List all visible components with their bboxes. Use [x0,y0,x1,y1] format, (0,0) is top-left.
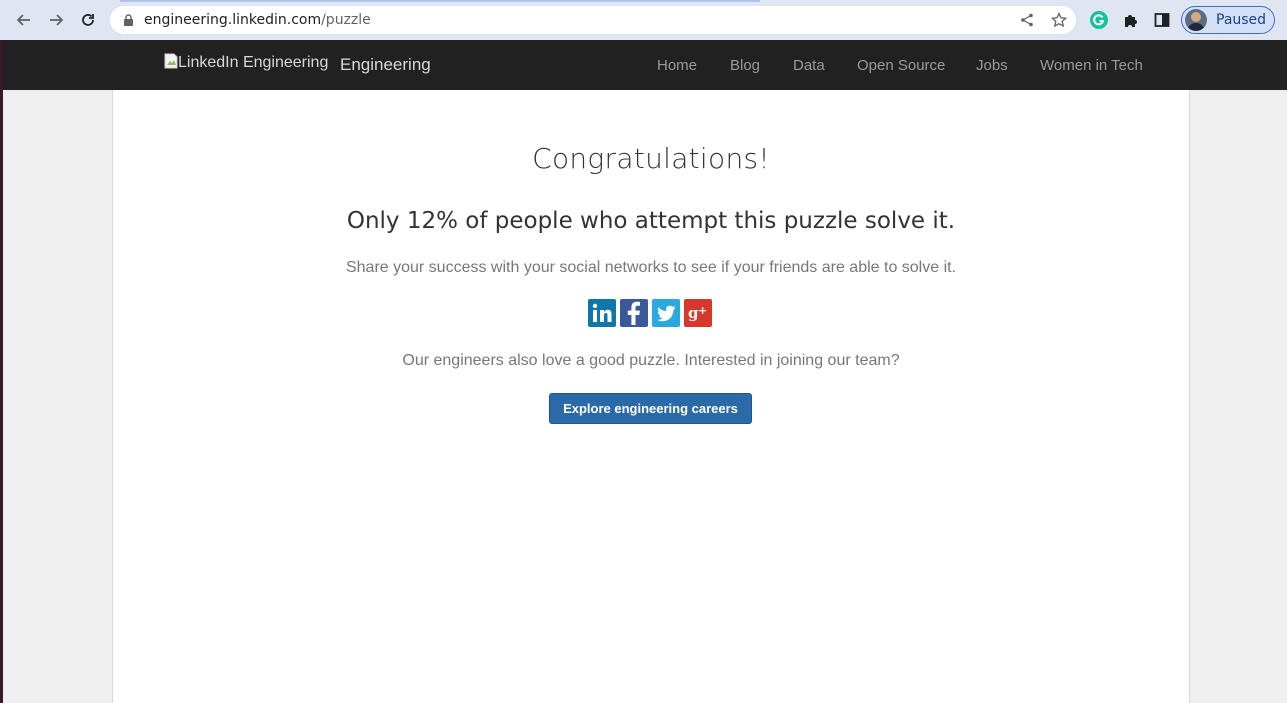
social-share-buttons: g + [588,299,712,327]
nav-home[interactable]: Home [657,57,697,74]
linkedin-icon[interactable] [588,299,616,327]
lock-icon [124,14,133,26]
reload-icon[interactable] [76,8,100,32]
url-host: engineering.linkedin.com [144,12,322,28]
grammarly-extension-icon[interactable] [1087,8,1111,32]
explore-careers-button[interactable]: Explore engineering careers [549,393,752,424]
share-prompt: Share your success with your social netw… [345,259,957,276]
side-panel-icon[interactable] [1150,8,1174,32]
facebook-icon[interactable] [620,299,648,327]
back-arrow-icon[interactable] [12,8,36,32]
page-title: Congratulations! [532,142,770,175]
avatar [1185,9,1207,31]
url-text: engineering.linkedin.com/puzzle [144,10,371,30]
extensions-puzzle-icon[interactable] [1119,8,1143,32]
browser-toolbar: engineering.linkedin.com/puzzle Paused [0,0,1287,40]
google-plus-icon[interactable]: g + [684,299,712,327]
profile-button[interactable]: Paused [1181,6,1275,34]
nav-jobs[interactable]: Jobs [976,57,1008,74]
forward-arrow-icon[interactable] [44,8,68,32]
broken-image-icon [164,53,178,69]
nav-open-source[interactable]: Open Source [857,57,945,74]
address-bar[interactable]: engineering.linkedin.com/puzzle [110,6,1076,34]
nav-data[interactable]: Data [793,57,825,74]
nav-women-in-tech[interactable]: Women in Tech [1040,57,1143,74]
site-header: LinkedIn Engineering Engineering Home Bl… [0,40,1287,90]
twitter-icon[interactable] [652,299,680,327]
url-path: /puzzle [321,12,371,28]
nav-blog[interactable]: Blog [730,57,760,74]
bookmark-star-icon[interactable] [1048,9,1070,31]
site-brand: Engineering [340,55,431,74]
window-edge [0,40,3,703]
content-card: Congratulations! Only 12% of people who … [112,90,1190,703]
tab-loading-indicator [120,0,760,2]
logo-alt-text: LinkedIn Engineering [178,54,329,71]
share-icon[interactable] [1016,9,1038,31]
puzzle-stat-subtitle: Only 12% of people who attempt this puzz… [346,208,956,234]
profile-status: Paused [1216,12,1267,28]
recruit-prompt: Our engineers also love a good puzzle. I… [402,352,900,369]
svg-text:+: + [698,304,707,317]
site-logo[interactable]: LinkedIn Engineering [164,53,328,72]
